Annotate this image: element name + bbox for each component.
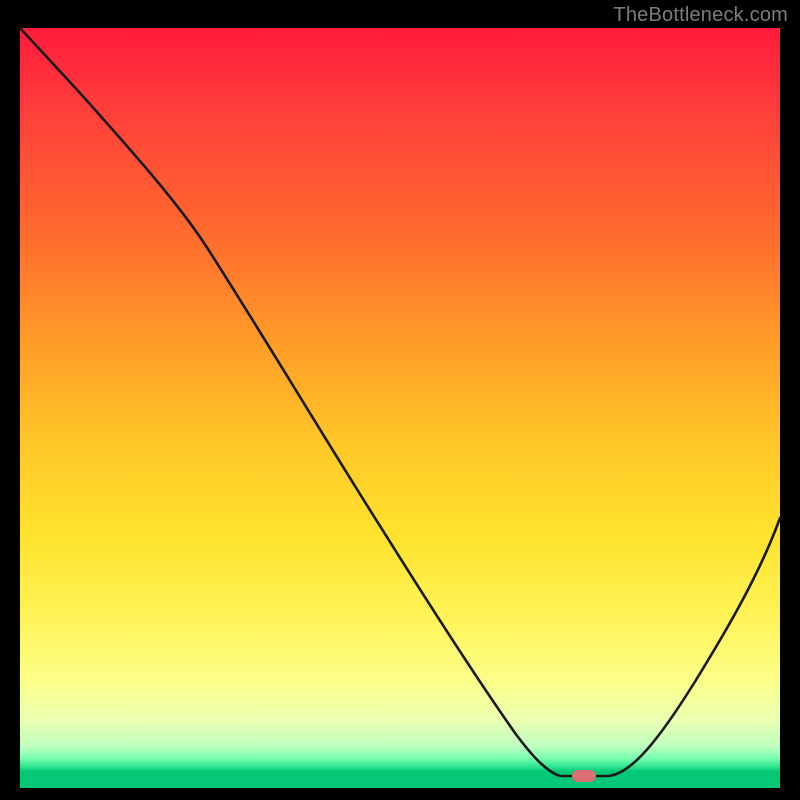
chart-frame xyxy=(20,28,780,788)
bottleneck-curve xyxy=(20,28,780,788)
watermark-text: TheBottleneck.com xyxy=(613,4,788,27)
optimal-point-marker xyxy=(572,770,596,782)
bottleneck-curve-path xyxy=(20,28,780,776)
